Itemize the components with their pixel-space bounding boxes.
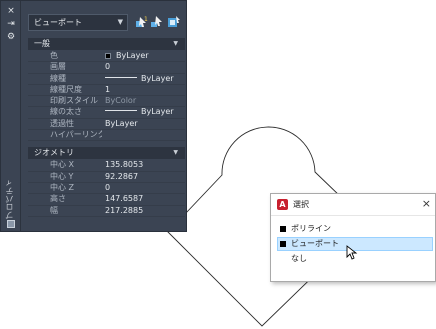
property-value-text: 217.2885 bbox=[105, 205, 144, 215]
chevron-down-icon: ▼ bbox=[117, 18, 123, 26]
property-name: 画層 bbox=[50, 62, 66, 72]
color-swatch bbox=[105, 53, 111, 59]
dialog-title: 選択 bbox=[293, 200, 309, 209]
object-color-square bbox=[280, 226, 286, 232]
object-color-square bbox=[280, 241, 286, 247]
property-value[interactable]: 0 bbox=[102, 62, 185, 72]
property-row[interactable]: 線種尺度 1 bbox=[28, 84, 185, 97]
palette-title-strip[interactable]: × ⇥ ⚙ プロパティ bbox=[1, 1, 21, 231]
property-name: 印刷スタイル bbox=[50, 96, 98, 106]
linetype-preview bbox=[105, 76, 137, 78]
quick-select-icon[interactable] bbox=[167, 15, 181, 29]
linetype-preview bbox=[105, 110, 137, 112]
selection-dialog: A 選択 × ポリラインビューポート なし bbox=[270, 193, 436, 282]
property-value[interactable]: 217.2885 bbox=[102, 206, 185, 216]
selection-list-item[interactable]: ポリライン bbox=[277, 222, 433, 236]
property-value-text: 147.6587 bbox=[105, 194, 144, 204]
palette-properties-icon[interactable] bbox=[7, 220, 15, 228]
property-value[interactable]: ByLayer bbox=[102, 51, 185, 61]
property-row[interactable]: 高さ 147.6587 bbox=[28, 194, 185, 206]
chevron-down-icon[interactable]: ▼ bbox=[173, 38, 178, 50]
properties-palette: × ⇥ ⚙ プロパティ ビューポート ▼ 1 一般 ▼ 色 ByLayer 画層… bbox=[0, 0, 187, 232]
property-name: 高さ bbox=[50, 194, 66, 204]
autohide-icon[interactable]: ⇥ bbox=[5, 19, 17, 29]
property-row[interactable]: 線種 ByLayer bbox=[28, 74, 185, 85]
property-value[interactable]: 1 bbox=[102, 85, 185, 95]
property-row[interactable]: 中心 X 135.8053 bbox=[28, 160, 185, 172]
property-value[interactable]: ByLayer bbox=[102, 119, 185, 129]
selection-item-label: ビューポート bbox=[291, 239, 339, 248]
property-name: 透過性 bbox=[50, 118, 74, 128]
property-value-text: 135.8053 bbox=[105, 160, 144, 170]
property-value-text: ByLayer bbox=[105, 118, 138, 128]
property-name: ハイパーリンク bbox=[50, 130, 102, 140]
property-row[interactable]: 中心 Z 0 bbox=[28, 182, 185, 195]
property-row[interactable]: 線の太さ ByLayer bbox=[28, 107, 185, 119]
property-name: 線種 bbox=[50, 73, 66, 83]
property-value[interactable]: 92.2867 bbox=[102, 172, 185, 182]
section-header-1[interactable]: ジオメトリ ▼ bbox=[28, 147, 185, 160]
property-value[interactable]: 135.8053 bbox=[102, 160, 185, 170]
property-row[interactable]: 印刷スタイル ByColor bbox=[28, 96, 185, 108]
property-name: 中心 X bbox=[50, 160, 75, 170]
property-value[interactable]: 147.6587 bbox=[102, 194, 185, 204]
chevron-down-icon[interactable]: ▼ bbox=[173, 147, 178, 159]
property-row[interactable]: 中心 Y 92.2867 bbox=[28, 172, 185, 183]
svg-text:1: 1 bbox=[144, 16, 148, 23]
property-value[interactable] bbox=[102, 130, 185, 140]
object-type-value: ビューポート bbox=[34, 18, 82, 27]
selection-item-label: ポリライン bbox=[291, 224, 331, 233]
dialog-titlebar[interactable]: A 選択 × bbox=[271, 194, 435, 216]
property-value[interactable]: ByColor bbox=[102, 96, 185, 106]
selection-item-label: なし bbox=[291, 254, 307, 263]
mouse-cursor-icon bbox=[346, 245, 358, 260]
property-row[interactable]: ハイパーリンク bbox=[28, 130, 185, 142]
toggle-pickadd-icon[interactable]: 1 bbox=[134, 15, 148, 29]
property-value-text: ByColor bbox=[105, 96, 137, 106]
property-value-text: 0 bbox=[105, 62, 111, 72]
property-row[interactable]: 色 ByLayer bbox=[28, 51, 185, 63]
property-name: 線の太さ bbox=[50, 107, 82, 117]
property-name: 幅 bbox=[50, 205, 58, 215]
section-header-0[interactable]: 一般 ▼ bbox=[28, 38, 185, 50]
property-name: 中心 Z bbox=[50, 182, 75, 192]
autocad-app-icon: A bbox=[277, 199, 288, 210]
property-row[interactable]: 画層 0 bbox=[28, 62, 185, 74]
property-row[interactable]: 透過性 ByLayer bbox=[28, 118, 185, 131]
property-value-text: ByLayer bbox=[141, 73, 174, 83]
property-value[interactable]: ByLayer bbox=[102, 107, 185, 117]
property-value-text: ByLayer bbox=[116, 51, 149, 60]
close-icon[interactable]: × bbox=[5, 6, 17, 16]
settings-icon[interactable]: ⚙ bbox=[5, 32, 17, 42]
close-icon[interactable]: × bbox=[422, 197, 431, 210]
property-value-text: 0 bbox=[105, 182, 111, 192]
section-title: 一般 bbox=[34, 39, 50, 48]
select-objects-icon[interactable] bbox=[150, 15, 164, 29]
property-name: 中心 Y bbox=[50, 171, 74, 181]
palette-toolbar: ビューポート ▼ 1 bbox=[28, 14, 185, 34]
property-row[interactable]: 幅 217.2885 bbox=[28, 206, 185, 217]
property-value-text: 92.2867 bbox=[105, 171, 139, 181]
object-type-select[interactable]: ビューポート ▼ bbox=[28, 14, 128, 31]
property-value[interactable]: ByLayer bbox=[102, 74, 185, 84]
property-value[interactable]: 0 bbox=[102, 183, 185, 193]
properties-grid: 一般 ▼ 色 ByLayer 画層 0 線種 ByLayer 線種尺度 1 印刷スタイル ByColo… bbox=[28, 38, 185, 217]
section-title: ジオメトリ bbox=[34, 148, 74, 158]
property-value-text: 1 bbox=[105, 84, 111, 94]
property-value-text: ByLayer bbox=[141, 107, 174, 117]
property-name: 色 bbox=[50, 51, 58, 60]
property-name: 線種尺度 bbox=[50, 84, 82, 94]
palette-title: プロパティ bbox=[5, 179, 14, 219]
